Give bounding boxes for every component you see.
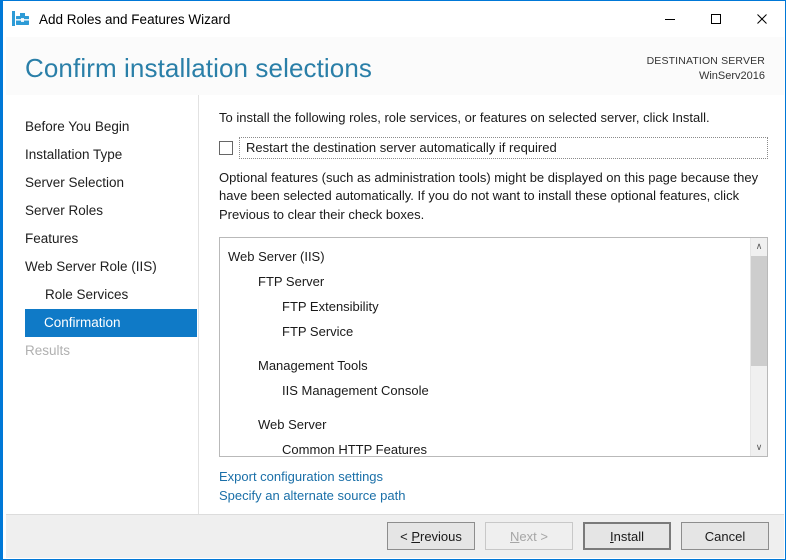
list-item: FTP Extensibility [282,299,379,315]
link-specify-an-alternate-source-path[interactable]: Specify an alternate source path [219,486,405,505]
list-item: Common HTTP Features [282,442,427,457]
restart-checkbox[interactable] [219,141,233,155]
sidebar-item-server-roles[interactable]: Server Roles [6,197,197,225]
link-export-configuration-settings[interactable]: Export configuration settings [219,467,383,486]
sidebar-item-confirmation[interactable]: Confirmation [25,309,197,337]
destination-server-block: DESTINATION SERVER WinServ2016 [647,54,765,85]
title-bar: Add Roles and Features Wizard [3,1,785,37]
sidebar-item-results: Results [25,343,71,358]
list-item: IIS Management Console [282,383,429,399]
list-item: Web Server (IIS) [228,249,325,265]
action-links: Export configuration settings Specify an … [219,467,768,505]
scroll-up-icon[interactable]: ∧ [751,238,767,255]
listbox-scrollbar[interactable]: ∧ ∨ [750,238,767,457]
destination-server-name: WinServ2016 [698,70,765,83]
restart-checkbox-row[interactable]: Restart the destination server automatic… [219,137,768,159]
optional-features-note: Optional features (such as administratio… [219,170,759,222]
list-item: Web Server [258,417,327,433]
scrollbar-thumb[interactable] [751,256,767,367]
wizard-navigation: Before You Begin Installation Type Server … [6,95,199,515]
sidebar-item-installation-type[interactable]: Installation Type [6,141,197,169]
sidebar-item-role-services[interactable]: Role Services [6,281,197,309]
window-title: Add Roles and Features Wizard [39,11,231,27]
selections-listbox[interactable]: Web Server (IIS) FTP Server FTP Extensibil… [219,237,768,458]
cancel-button[interactable]: Cancel [681,522,769,550]
page-header: Confirm installation selections DESTINAT… [6,37,784,96]
selections-list: Web Server (IIS) FTP Server FTP Extensibil… [220,238,750,456]
list-item: FTP Service [282,324,354,340]
sidebar-item-web-server-role-iis[interactable]: Web Server Role (IIS) [6,253,197,281]
list-gap [220,344,750,353]
next-button: Next > [485,522,573,550]
intro-text: To install the following roles, role ser… [219,110,710,125]
wizard-buttons: < Previous Next > Install Cancel [387,522,769,550]
restart-checkbox-label[interactable]: Restart the destination server automatic… [239,137,768,159]
list-item: FTP Server [258,274,325,290]
maximize-button[interactable] [693,1,739,36]
install-button[interactable]: Install [583,522,671,550]
body-area: Before You Begin Installation Type Server … [6,95,784,515]
minimize-button[interactable] [647,1,693,36]
list-gap [220,403,750,412]
wizard-toolbox-icon [11,9,31,29]
window-controls [647,1,785,36]
previous-button[interactable]: < Previous [387,522,475,550]
sidebar-item-before-you-begin[interactable]: Before You Begin [6,113,197,141]
wizard-window: Add Roles and Features Wizard Confirm in… [0,0,786,560]
list-item: Management Tools [258,358,368,374]
sidebar-item-server-selection[interactable]: Server Selection [6,169,197,197]
close-button[interactable] [739,1,785,36]
footer-bar: < Previous Next > Install Cancel [6,514,784,558]
page-title: Confirm installation selections [25,53,373,83]
main-content: To install the following roles, role ser… [200,95,784,515]
sidebar-item-features[interactable]: Features [6,225,197,253]
destination-server-label: DESTINATION SERVER [646,55,765,67]
scroll-down-icon[interactable]: ∨ [751,439,767,456]
